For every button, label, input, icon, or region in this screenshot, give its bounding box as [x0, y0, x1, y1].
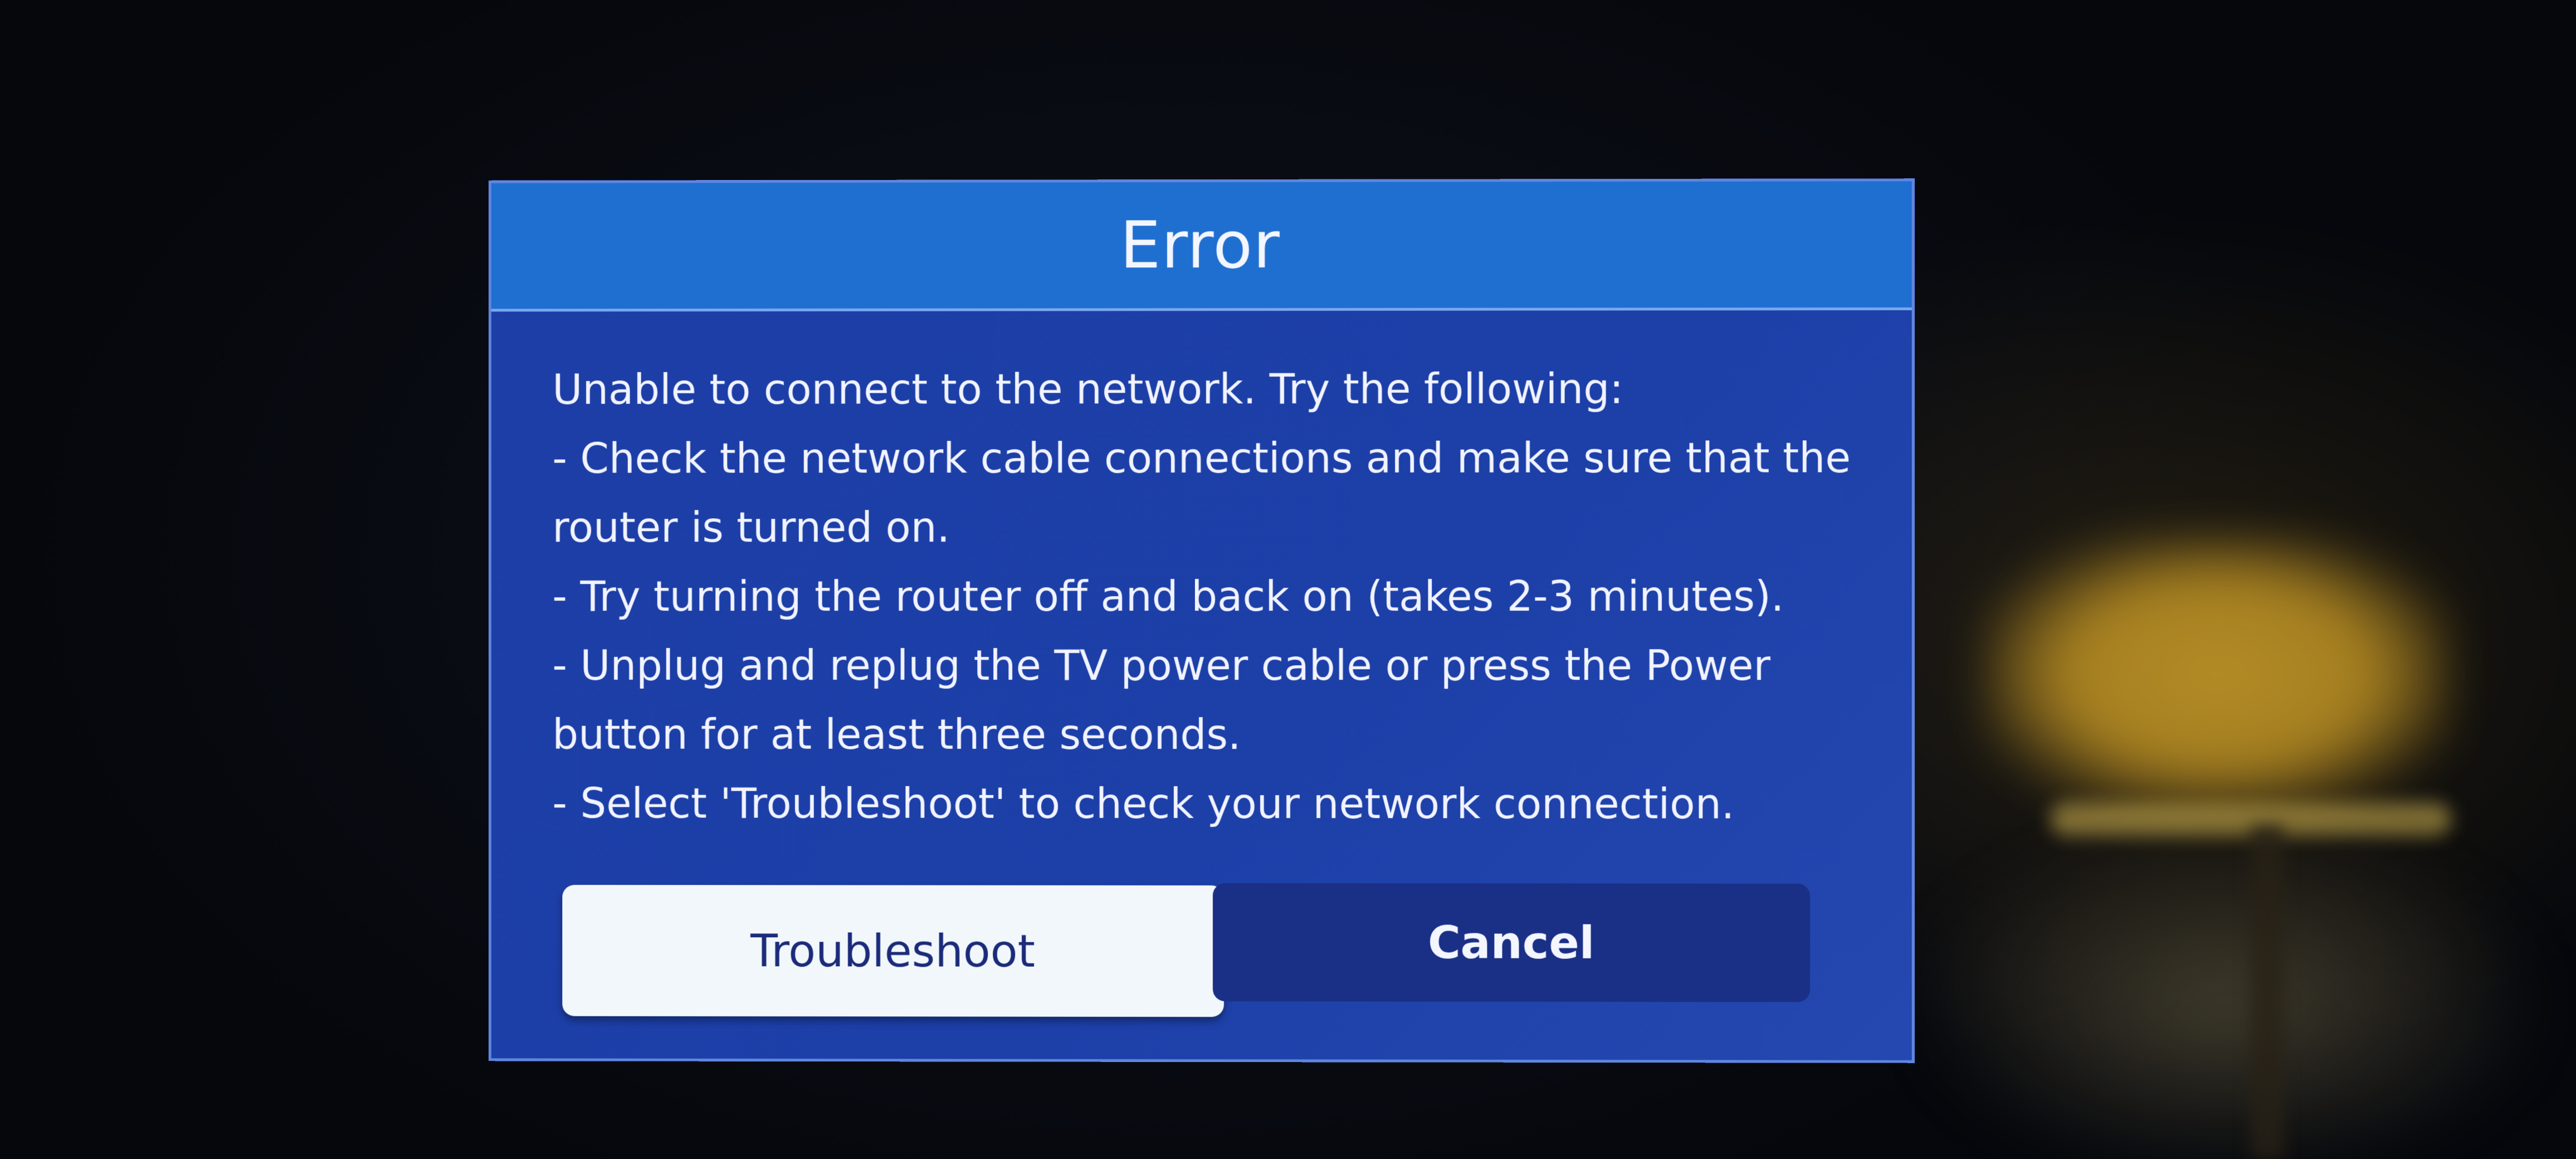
lamp-reflection — [1983, 535, 2451, 814]
troubleshoot-button-label: Troubleshoot — [750, 924, 1036, 977]
lamp-pole-reflection — [2251, 825, 2284, 1159]
message-line: - Check the network cable connections an… — [552, 434, 1851, 483]
dialog-title: Error — [1120, 207, 1280, 283]
error-dialog: Error Unable to connect to the network. … — [488, 178, 1915, 1063]
message-line: button for at least three seconds. — [552, 710, 1241, 759]
message-line: - Select 'Troubleshoot' to check your ne… — [552, 780, 1735, 829]
dialog-buttons: Troubleshoot Cancel — [562, 883, 1811, 1020]
message-line: - Unplug and replug the TV power cable o… — [552, 641, 1771, 690]
dialog-message: Unable to connect to the network. Try th… — [552, 354, 1851, 839]
cancel-button-label: Cancel — [1427, 916, 1595, 969]
message-line: - Try turning the router off and back on… — [552, 572, 1784, 621]
cancel-button[interactable]: Cancel — [1212, 883, 1811, 1002]
tv-screen: Error Unable to connect to the network. … — [0, 0, 2576, 1159]
troubleshoot-button[interactable]: Troubleshoot — [562, 885, 1224, 1017]
message-line: router is turned on. — [552, 504, 950, 552]
room-reflection — [1922, 836, 2535, 1159]
message-line: Unable to connect to the network. Try th… — [552, 365, 1624, 414]
dialog-header: Error — [491, 181, 1912, 312]
